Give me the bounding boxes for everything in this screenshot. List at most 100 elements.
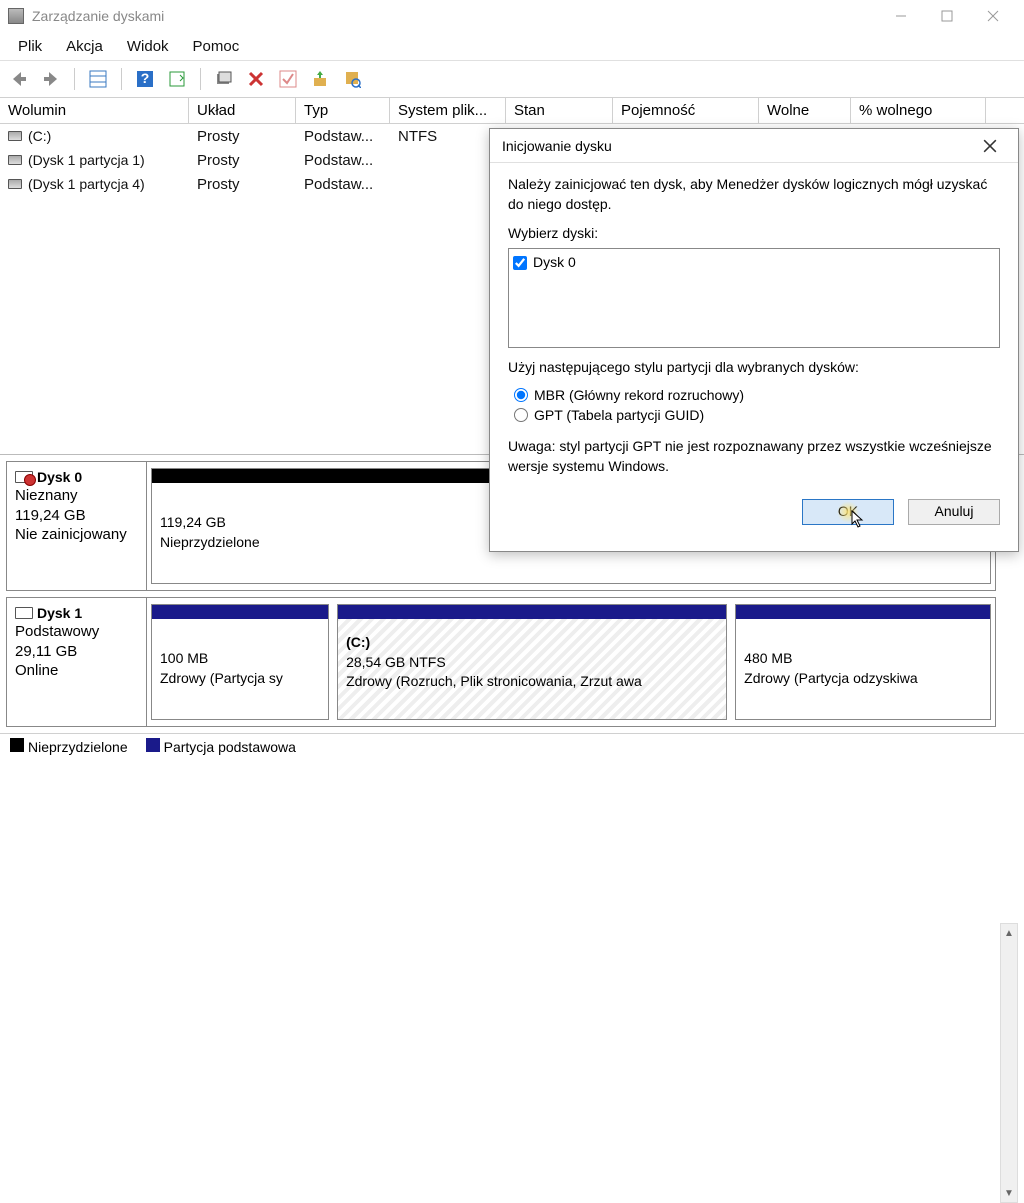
cell-type: Podstaw...: [296, 128, 390, 145]
volume-icon: [8, 131, 22, 141]
menu-action[interactable]: Akcja: [54, 34, 115, 59]
cell-volume: (C:): [0, 128, 189, 144]
menu-help[interactable]: Pomoc: [181, 34, 252, 59]
dialog-body: Należy zainicjować ten dysk, aby Menedże…: [490, 163, 1018, 551]
disk-size: 29,11 GB: [15, 642, 138, 662]
toolbar: ?: [0, 60, 1024, 98]
forward-icon[interactable]: [38, 66, 64, 92]
disk-info: Dysk 0 Nieznany 119,24 GB Nie zainicjowa…: [7, 462, 147, 590]
col-free[interactable]: Wolne: [759, 98, 851, 123]
scrollbar[interactable]: ▲ ▼: [1000, 923, 1018, 1203]
gpt-radio[interactable]: [514, 408, 528, 422]
legend: Nieprzydzielone Partycja podstawowa: [0, 733, 1024, 759]
window-controls: [878, 0, 1016, 32]
attach-icon[interactable]: [307, 66, 333, 92]
close-button[interactable]: [970, 0, 1016, 32]
partition[interactable]: 480 MB Zdrowy (Partycja odzyskiwa: [735, 604, 991, 720]
scroll-up-icon[interactable]: ▲: [1001, 924, 1017, 942]
cell-layout: Prosty: [189, 152, 296, 169]
disk-row[interactable]: Dysk 1 Podstawowy 29,11 GB Online 100 MB…: [6, 597, 996, 727]
app-icon: [8, 8, 24, 24]
maximize-button[interactable]: [924, 0, 970, 32]
dialog-close-button[interactable]: [974, 130, 1006, 162]
cell-type: Podstaw...: [296, 176, 390, 193]
column-headers: Wolumin Układ Typ System plik... Stan Po…: [0, 98, 1024, 124]
cell-volume: (Dysk 1 partycja 4): [0, 176, 189, 192]
col-type[interactable]: Typ: [296, 98, 390, 123]
legend-unalloc: Nieprzydzielone: [28, 739, 128, 755]
cell-volume: (Dysk 1 partycja 1): [0, 152, 189, 168]
disk-icon: [15, 607, 33, 619]
mbr-radio[interactable]: [514, 388, 528, 402]
col-layout[interactable]: Układ: [189, 98, 296, 123]
partition[interactable]: 100 MB Zdrowy (Partycja sy: [151, 604, 329, 720]
partition-bar: [736, 605, 990, 619]
refresh-icon[interactable]: [164, 66, 190, 92]
partition-style-label: Użyj następującego stylu partycji dla wy…: [508, 358, 1000, 378]
col-pct[interactable]: % wolnego: [851, 98, 986, 123]
menu-bar: Plik Akcja Widok Pomoc: [0, 32, 1024, 60]
cell-layout: Prosty: [189, 128, 296, 145]
disk-select-item[interactable]: Dysk 0: [513, 253, 995, 273]
partition-status: Zdrowy (Partycja odzyskiwa: [744, 669, 982, 689]
partition-label: (C:): [346, 633, 718, 653]
partition-size: 28,54 GB NTFS: [346, 653, 718, 673]
partition-bar: [338, 605, 726, 619]
cell-type: Podstaw...: [296, 152, 390, 169]
menu-file[interactable]: Plik: [6, 34, 54, 59]
dialog-message: Należy zainicjować ten dysk, aby Menedże…: [508, 175, 1000, 214]
partition-body: (C:) 28,54 GB NTFS Zdrowy (Rozruch, Plik…: [338, 619, 726, 719]
mbr-label: MBR (Główny rekord rozruchowy): [534, 387, 744, 403]
volume-icon: [8, 179, 22, 189]
disk-icon: [15, 471, 33, 483]
disk-partitions: 100 MB Zdrowy (Partycja sy (C:) 28,54 GB…: [147, 598, 995, 726]
mbr-option[interactable]: MBR (Główny rekord rozruchowy): [514, 387, 1000, 403]
minimize-button[interactable]: [878, 0, 924, 32]
partition-size: 100 MB: [160, 649, 320, 669]
col-fs[interactable]: System plik...: [390, 98, 506, 123]
disk-status: Online: [15, 661, 138, 681]
menu-view[interactable]: Widok: [115, 34, 181, 59]
help-icon[interactable]: ?: [132, 66, 158, 92]
dialog-buttons: OK Anuluj: [508, 487, 1000, 525]
cancel-label: Anuluj: [935, 502, 974, 522]
properties-icon[interactable]: [211, 66, 237, 92]
disk-select-label: Dysk 0: [533, 253, 576, 273]
cell-layout: Prosty: [189, 176, 296, 193]
partition-status: Zdrowy (Partycja sy: [160, 669, 320, 689]
legend-primary: Partycja podstawowa: [164, 739, 296, 755]
col-tail[interactable]: [986, 98, 1024, 123]
back-icon[interactable]: [6, 66, 32, 92]
gpt-option[interactable]: GPT (Tabela partycji GUID): [514, 407, 1000, 423]
partition-status: Zdrowy (Rozruch, Plik stronicowania, Zrz…: [346, 672, 718, 692]
disk-select-list[interactable]: Dysk 0: [508, 248, 1000, 348]
col-capacity[interactable]: Pojemność: [613, 98, 759, 123]
col-status[interactable]: Stan: [506, 98, 613, 123]
svg-text:?: ?: [141, 70, 150, 86]
disk-size: 119,24 GB: [15, 506, 138, 526]
partition[interactable]: (C:) 28,54 GB NTFS Zdrowy (Rozruch, Plik…: [337, 604, 727, 720]
select-disks-label: Wybierz dyski:: [508, 224, 1000, 244]
partition-body: 480 MB Zdrowy (Partycja odzyskiwa: [736, 619, 990, 719]
check-icon[interactable]: [275, 66, 301, 92]
disk-checkbox[interactable]: [513, 256, 527, 270]
delete-icon[interactable]: [243, 66, 269, 92]
disk-name: Dysk 0: [37, 468, 82, 486]
volume-icon: [8, 155, 22, 165]
disk-name: Dysk 1: [37, 604, 82, 622]
legend-swatch-black: [10, 738, 24, 752]
cancel-button[interactable]: Anuluj: [908, 499, 1000, 525]
legend-swatch-navy: [146, 738, 160, 752]
title-bar: Zarządzanie dyskami: [0, 0, 1024, 32]
partition-size: 480 MB: [744, 649, 982, 669]
col-volume[interactable]: Wolumin: [0, 98, 189, 123]
initialize-disk-dialog: Inicjowanie dysku Należy zainicjować ten…: [489, 128, 1019, 552]
disk-type: Podstawowy: [15, 622, 138, 642]
ok-button[interactable]: OK: [802, 499, 894, 525]
dialog-title-bar[interactable]: Inicjowanie dysku: [490, 129, 1018, 163]
dialog-title: Inicjowanie dysku: [502, 138, 612, 154]
detach-icon[interactable]: [339, 66, 365, 92]
gpt-label: GPT (Tabela partycji GUID): [534, 407, 704, 423]
table-icon[interactable]: [85, 66, 111, 92]
scroll-down-icon[interactable]: ▼: [1001, 1184, 1017, 1202]
